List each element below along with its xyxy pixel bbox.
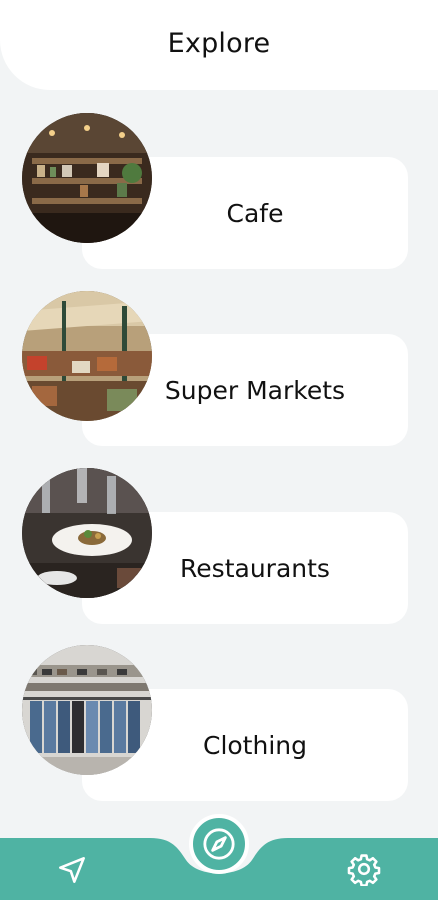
page-header: Explore — [0, 0, 438, 90]
gear-icon — [347, 854, 381, 886]
cafe-photo[interactable] — [22, 113, 152, 243]
page-title: Explore — [167, 27, 271, 59]
compass-icon — [203, 828, 235, 860]
settings-button[interactable] — [343, 848, 385, 890]
cafe-image — [22, 113, 152, 243]
restaurant-image — [22, 468, 152, 598]
navigation-arrow-button[interactable] — [52, 850, 92, 890]
restaurant-photo[interactable] — [22, 468, 152, 598]
clothing-image — [22, 645, 152, 775]
navigation-arrow-icon — [59, 857, 85, 883]
supermarket-photo[interactable] — [22, 291, 152, 421]
clothing-photo[interactable] — [22, 645, 152, 775]
category-label: Restaurants — [180, 553, 330, 583]
category-label: Super Markets — [164, 375, 346, 405]
category-label: Clothing — [202, 730, 307, 760]
explore-compass-button[interactable] — [189, 814, 249, 874]
supermarket-image — [22, 291, 152, 421]
category-label: Cafe — [226, 198, 284, 228]
